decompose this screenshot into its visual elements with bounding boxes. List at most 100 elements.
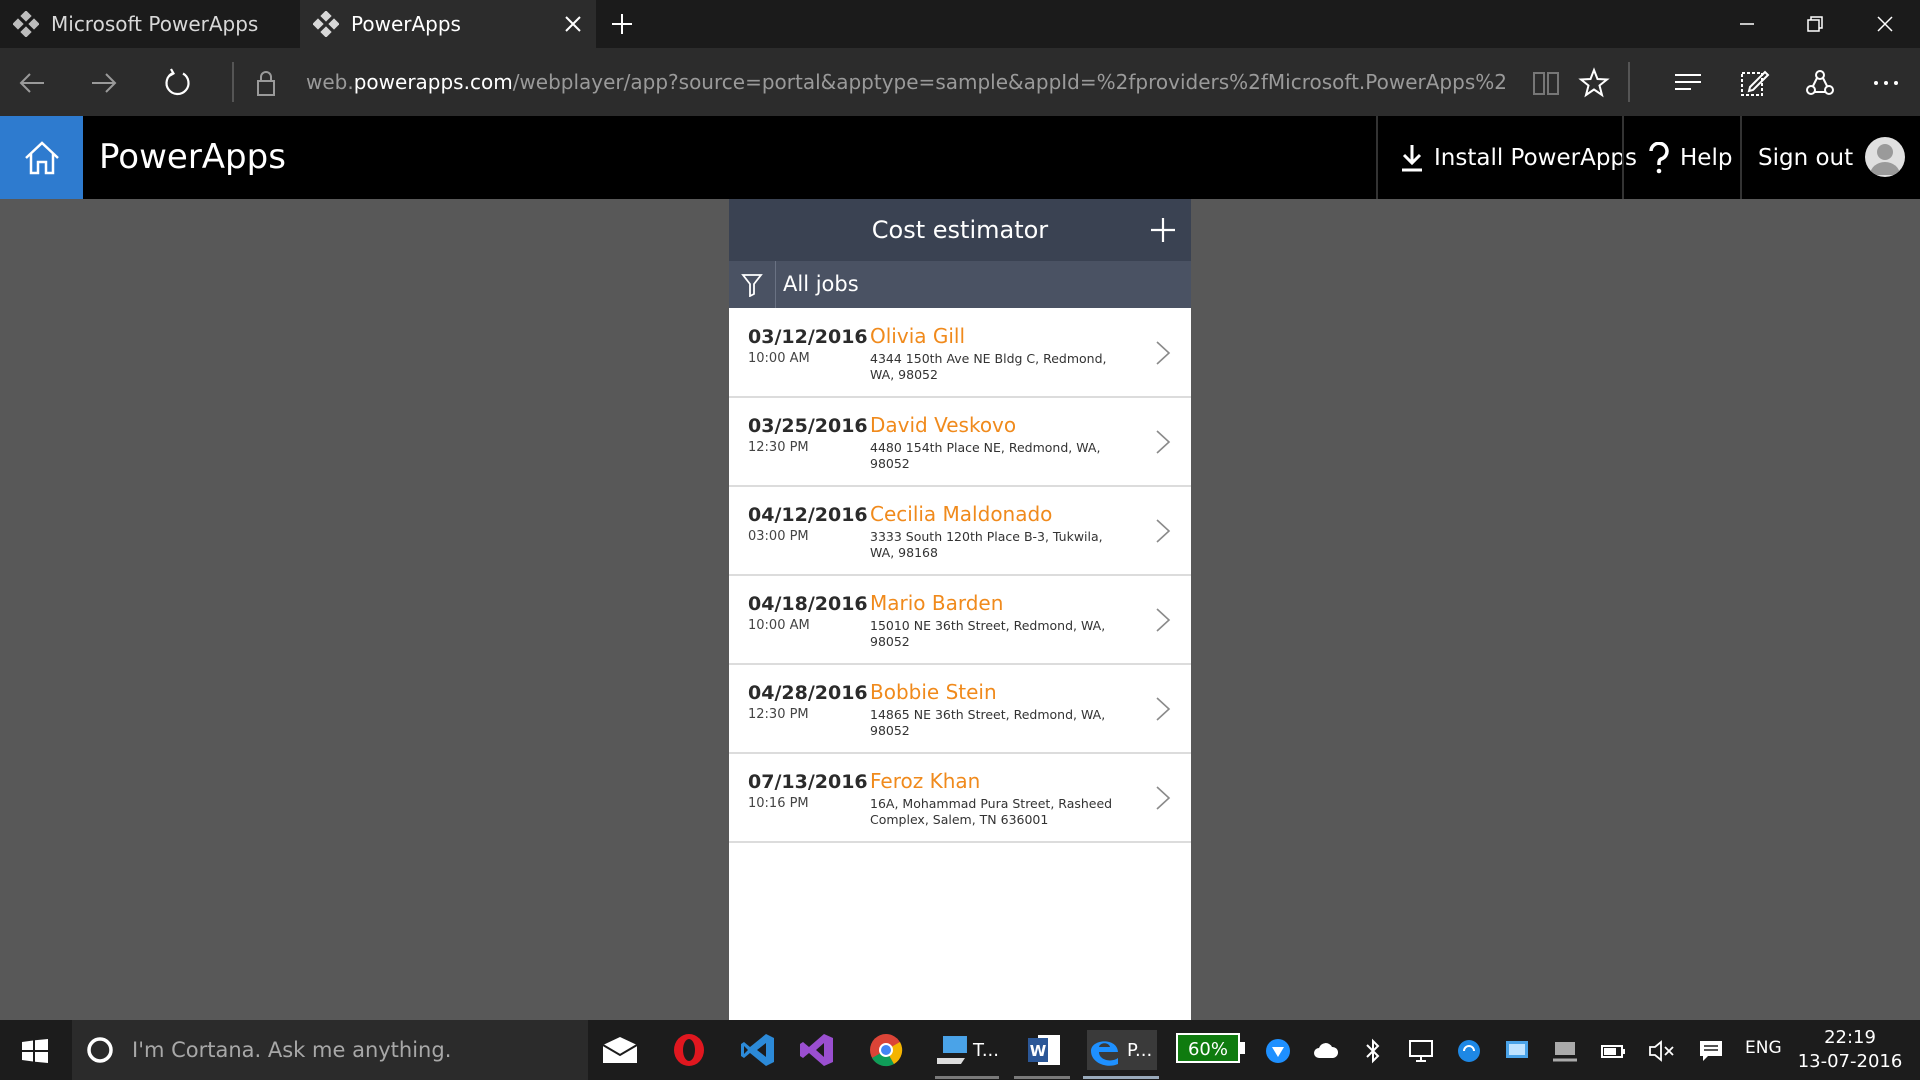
visual-studio-icon[interactable] <box>797 1030 837 1070</box>
job-date: 04/12/2016 <box>748 504 868 526</box>
power-plug-icon[interactable] <box>1600 1038 1628 1064</box>
job-time: 10:00 AM <box>748 351 810 366</box>
back-arrow-icon[interactable] <box>16 67 48 99</box>
mail-app-icon[interactable] <box>600 1030 640 1070</box>
url-field[interactable]: web.powerapps.com/webplayer/app?source=p… <box>306 66 1506 98</box>
onedrive-cloud-icon[interactable] <box>1313 1038 1339 1064</box>
avatar[interactable] <box>1865 137 1905 177</box>
job-date: 03/25/2016 <box>748 415 868 437</box>
tab-powerapps[interactable]: PowerApps <box>300 0 596 48</box>
chevron-right-icon <box>1156 697 1171 721</box>
filter-button[interactable] <box>729 261 776 308</box>
job-address: 3333 South 120th Place B-3, Tukwila, WA,… <box>870 529 1103 560</box>
job-customer-name: Mario Barden <box>870 591 1004 615</box>
job-address: 14865 NE 36th Street, Redmond, WA, 98052 <box>870 707 1106 738</box>
job-time: 12:30 PM <box>748 707 809 722</box>
refresh-icon[interactable] <box>161 67 193 99</box>
clock-date: 13-07-2016 <box>1797 1051 1903 1072</box>
help-button[interactable]: Help <box>1648 116 1732 199</box>
volume-muted-icon[interactable] <box>1648 1038 1676 1064</box>
home-icon <box>24 140 59 174</box>
chrome-icon[interactable] <box>866 1030 906 1070</box>
edge-powerapps-task[interactable]: P... <box>1087 1030 1157 1070</box>
sign-out-button[interactable]: Sign out <box>1758 116 1853 199</box>
vscode-icon[interactable] <box>738 1030 778 1070</box>
security-icon[interactable] <box>1265 1038 1291 1064</box>
chevron-right-icon <box>1156 430 1171 454</box>
job-row[interactable]: 04/28/2016 12:30 PM Bobbie Stein 14865 N… <box>729 664 1191 754</box>
task-label: T... <box>972 1039 999 1061</box>
running-indicator <box>935 1076 999 1079</box>
device-tray-icon[interactable] <box>1552 1038 1578 1064</box>
job-time: 10:00 AM <box>748 618 810 633</box>
more-icon[interactable] <box>1870 67 1902 99</box>
battery-indicator[interactable]: 60% <box>1176 1033 1240 1063</box>
opera-browser-icon[interactable] <box>669 1030 709 1070</box>
share-icon[interactable] <box>1804 67 1836 99</box>
url-prefix: web. <box>306 70 354 94</box>
help-label: Help <box>1680 144 1733 171</box>
task-label: P... <box>1127 1039 1153 1061</box>
home-button[interactable] <box>0 116 83 199</box>
cost-estimator-panel: Cost estimator All jobs 03/12/2016 10:00… <box>729 199 1191 1020</box>
network-icon[interactable] <box>1408 1038 1436 1064</box>
favorite-star-icon[interactable] <box>1578 67 1610 99</box>
job-time: 10:16 PM <box>748 796 809 811</box>
restore-icon[interactable] <box>1803 12 1827 36</box>
close-tab-icon[interactable] <box>562 13 584 35</box>
bluetooth-icon[interactable] <box>1362 1038 1384 1064</box>
job-row[interactable]: 03/12/2016 10:00 AM Olivia Gill 4344 150… <box>729 308 1191 398</box>
install-powerapps-button[interactable]: Install PowerApps <box>1400 116 1637 199</box>
filter-label[interactable]: All jobs <box>783 261 859 308</box>
sync-tray-icon[interactable] <box>1456 1038 1482 1064</box>
chevron-right-icon <box>1156 519 1171 543</box>
windows-start-icon[interactable] <box>22 1039 48 1063</box>
job-address: 16A, Mohammad Pura Street, Rasheed Compl… <box>870 796 1113 827</box>
chevron-right-icon <box>1156 786 1171 810</box>
display-tray-icon[interactable] <box>1504 1038 1530 1064</box>
close-window-icon[interactable] <box>1873 12 1897 36</box>
job-row[interactable]: 03/25/2016 12:30 PM David Veskovo 4480 1… <box>729 397 1191 487</box>
divider <box>1376 116 1378 199</box>
job-row[interactable]: 04/18/2016 10:00 AM Mario Barden 15010 N… <box>729 575 1191 665</box>
job-date: 04/28/2016 <box>748 682 868 704</box>
web-note-icon[interactable] <box>1738 67 1770 99</box>
battery-tip <box>1240 1042 1245 1054</box>
system-clock[interactable]: 22:19 13-07-2016 <box>1790 1026 1910 1074</box>
job-address: 4344 150th Ave NE Bldg C, Redmond, WA, 9… <box>870 351 1107 382</box>
sign-out-label: Sign out <box>1758 144 1854 171</box>
clock-time: 22:19 <box>1824 1027 1876 1048</box>
minimize-icon[interactable] <box>1735 12 1759 36</box>
job-date: 04/18/2016 <box>748 593 868 615</box>
browser-address-bar: web.powerapps.com/webplayer/app?source=p… <box>0 48 1920 116</box>
add-icon[interactable] <box>1149 216 1177 244</box>
forward-arrow-icon[interactable] <box>88 67 120 99</box>
tab-microsoft-powerapps[interactable]: Microsoft PowerApps <box>0 0 296 48</box>
this-pc-task[interactable]: T... <box>935 1030 999 1070</box>
cortana-search-box[interactable]: I'm Cortana. Ask me anything. <box>72 1020 588 1080</box>
job-row[interactable]: 04/12/2016 03:00 PM Cecilia Maldonado 33… <box>729 486 1191 576</box>
running-indicator <box>1014 1076 1070 1079</box>
new-tab-icon[interactable] <box>610 12 634 36</box>
lock-icon <box>257 71 275 96</box>
windows-taskbar: I'm Cortana. Ask me anything. T... W P..… <box>0 1020 1920 1080</box>
job-row[interactable]: 07/13/2016 10:16 PM Feroz Khan 16A, Moha… <box>729 753 1191 843</box>
input-language[interactable]: ENG <box>1745 1038 1782 1058</box>
reading-view-icon[interactable] <box>1530 67 1562 99</box>
install-label: Install PowerApps <box>1434 144 1638 171</box>
panel-header: Cost estimator <box>729 199 1191 261</box>
svg-text:W: W <box>1030 1042 1047 1060</box>
hub-icon[interactable] <box>1672 67 1704 99</box>
filter-bar: All jobs <box>729 261 1191 308</box>
edge-icon <box>1091 1041 1118 1066</box>
word-icon[interactable]: W <box>1024 1030 1064 1070</box>
divider <box>1740 116 1742 199</box>
app-header: PowerApps Install PowerApps Help Sign ou… <box>0 116 1920 199</box>
action-center-icon[interactable] <box>1698 1038 1724 1064</box>
panel-title: Cost estimator <box>871 216 1049 244</box>
job-customer-name: Bobbie Stein <box>870 680 997 704</box>
tab-title: Microsoft PowerApps <box>51 12 259 36</box>
filter-icon <box>741 273 763 297</box>
search-placeholder: I'm Cortana. Ask me anything. <box>132 1038 452 1062</box>
job-date: 03/12/2016 <box>748 326 868 348</box>
